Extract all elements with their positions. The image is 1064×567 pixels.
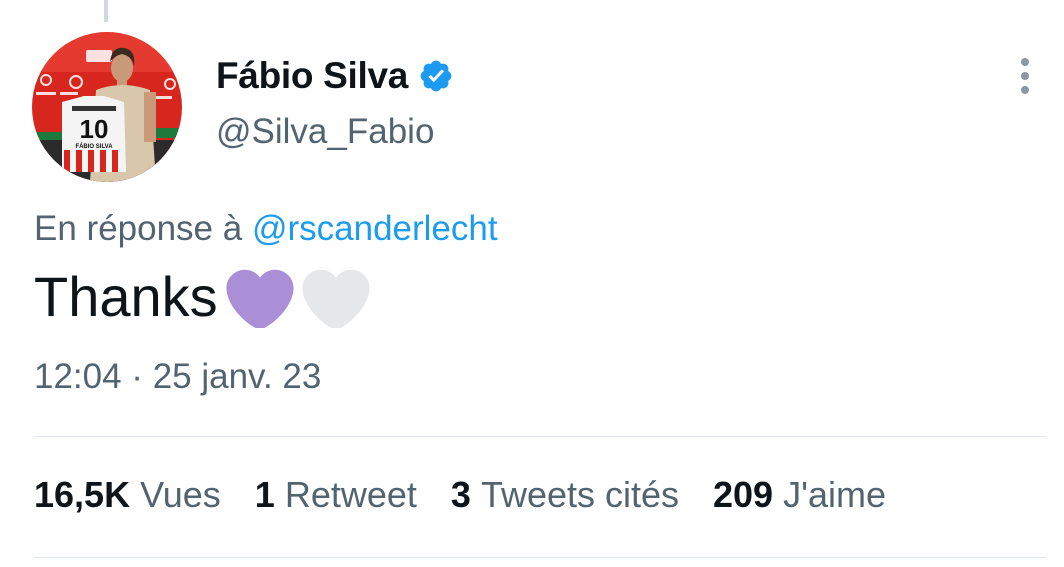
- avatar[interactable]: 10 FÁBIO SILVA: [32, 32, 182, 182]
- divider: [34, 557, 1046, 558]
- reply-mention-link[interactable]: @rscanderlecht: [252, 209, 498, 248]
- likes-stat[interactable]: 209 J'aime: [713, 474, 886, 516]
- user-name-row[interactable]: Fábio Silva: [216, 52, 454, 100]
- display-name[interactable]: Fábio Silva: [216, 55, 408, 97]
- likes-label: J'aime: [783, 474, 886, 515]
- purple-heart-icon: [226, 266, 294, 330]
- avatar-shirt-number: 10: [80, 114, 109, 144]
- views-stat[interactable]: 16,5K Vues: [34, 474, 221, 516]
- views-count: 16,5K: [34, 474, 131, 515]
- quotes-count: 3: [450, 474, 471, 515]
- tweet-text: Thanks: [34, 264, 370, 330]
- more-dot-icon: [1021, 72, 1029, 80]
- more-dot-icon: [1021, 58, 1029, 66]
- retweets-count: 1: [254, 474, 275, 515]
- verified-badge-icon: [418, 58, 454, 94]
- tweet-stats: 16,5K Vues 1 Retweet 3 Tweets cités 209 J'ai…: [34, 474, 920, 516]
- tweet-timestamp[interactable]: 12:04 · 25 janv. 23: [34, 357, 321, 397]
- quotes-stat[interactable]: 3 Tweets cités: [451, 474, 679, 516]
- quotes-label: Tweets cités: [480, 474, 680, 515]
- reply-prefix: En réponse à: [34, 209, 243, 248]
- more-options-button[interactable]: [1008, 54, 1042, 98]
- reply-context: En réponse à @rscanderlecht: [34, 209, 498, 249]
- retweets-label: Retweet: [284, 474, 417, 515]
- user-handle[interactable]: @Silva_Fabio: [216, 112, 434, 152]
- avatar-shirt-name: FÁBIO SILVA: [75, 143, 113, 150]
- retweets-stat[interactable]: 1 Retweet: [255, 474, 417, 516]
- profile-photo: 10 FÁBIO SILVA: [32, 32, 182, 182]
- thread-connector-line: [104, 0, 108, 22]
- likes-count: 209: [713, 474, 774, 515]
- tweet-text-content: Thanks: [34, 265, 218, 328]
- more-dot-icon: [1021, 86, 1029, 94]
- divider: [34, 436, 1046, 437]
- views-label: Vues: [140, 474, 221, 515]
- white-heart-icon: [302, 266, 370, 330]
